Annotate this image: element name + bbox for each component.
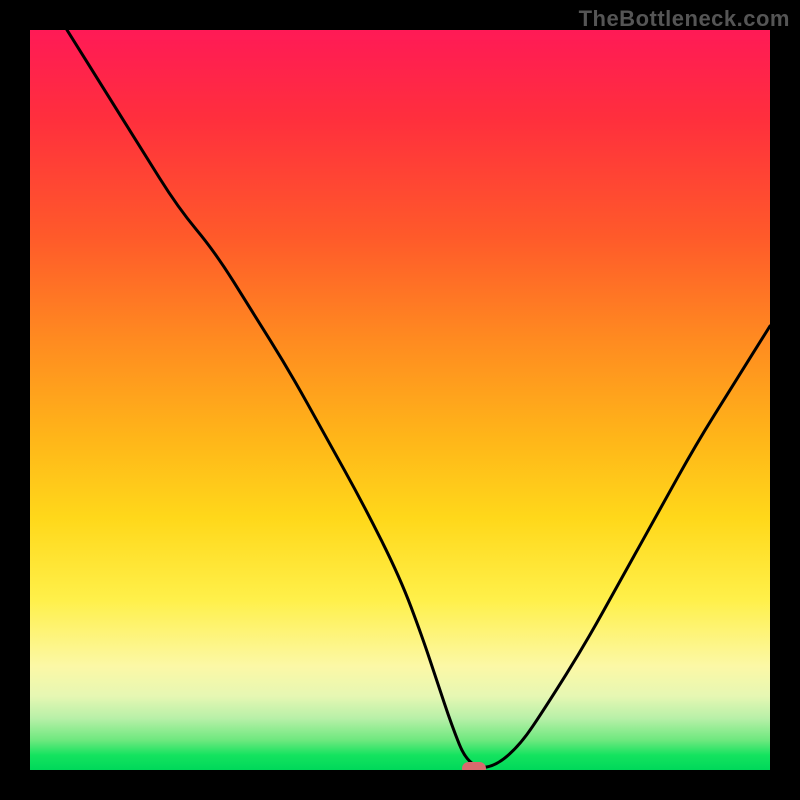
curve-svg [30,30,770,770]
watermark-text: TheBottleneck.com [579,6,790,32]
optimum-marker [462,762,486,770]
bottleneck-curve [67,30,770,767]
plot-area [30,30,770,770]
chart-frame: TheBottleneck.com [0,0,800,800]
